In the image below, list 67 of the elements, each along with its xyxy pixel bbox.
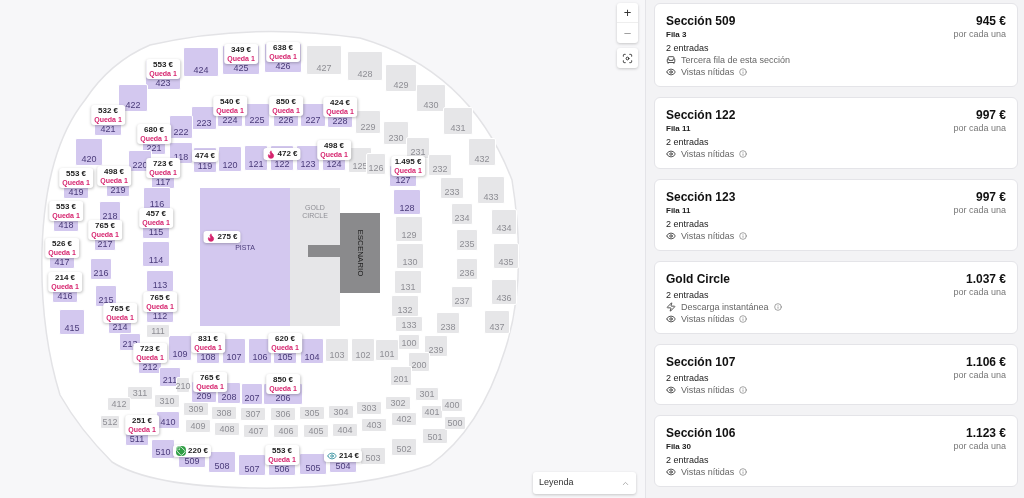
price-note: por cada una bbox=[953, 123, 1006, 134]
feature-text: Descarga instantánea bbox=[681, 301, 769, 313]
ticket-count: 2 entradas bbox=[666, 137, 710, 148]
price-label: 553 € bbox=[153, 60, 173, 70]
listing-title: Sección 123 bbox=[666, 190, 737, 205]
price-label: 526 € bbox=[52, 239, 72, 249]
stage-label: ESCENARIO bbox=[356, 229, 364, 277]
price-label: 424 € bbox=[330, 98, 350, 108]
ticket-count: 2 entradas bbox=[666, 455, 710, 466]
listing-price: 997 € bbox=[975, 108, 1006, 123]
feature-text: Vistas nítidas bbox=[681, 384, 735, 396]
row-label: Fila 11 bbox=[666, 123, 692, 134]
listing-title: Sección 107 bbox=[666, 355, 737, 370]
price-label: 765 € bbox=[95, 221, 115, 231]
feature-text: Vistas nítidas bbox=[681, 148, 735, 160]
price-label: 620 € bbox=[275, 334, 295, 344]
price-label: 251 € bbox=[132, 416, 152, 426]
price-label: 553 € bbox=[56, 202, 76, 212]
price-label: 553 € bbox=[272, 446, 292, 456]
listing-price: 945 € bbox=[975, 14, 1006, 29]
price-label: 638 € bbox=[273, 43, 293, 53]
feature-text: Tercera fila de esta sección bbox=[681, 54, 791, 66]
listing-price: 1.037 € bbox=[965, 272, 1006, 287]
listing-title: Sección 122 bbox=[666, 108, 737, 123]
price-label: 220 € bbox=[188, 446, 208, 456]
ticket-count: 2 entradas bbox=[666, 373, 710, 384]
price-note: por cada una bbox=[953, 29, 1006, 40]
price-label: 680 € bbox=[144, 125, 164, 135]
listing-price: 997 € bbox=[975, 190, 1006, 205]
price-note: por cada una bbox=[953, 370, 1006, 381]
price-label: 275 € bbox=[217, 232, 238, 242]
feature-text: Vistas nítidas bbox=[681, 466, 735, 478]
ticket-count: 2 entradas bbox=[666, 219, 710, 230]
price-note: por cada una bbox=[953, 287, 1006, 298]
price-note: por cada una bbox=[953, 205, 1006, 216]
price-label: 765 € bbox=[150, 293, 170, 303]
row-label: Fila 11 bbox=[666, 205, 692, 216]
listing-title: Sección 509 bbox=[666, 14, 737, 29]
price-label: 553 € bbox=[66, 169, 86, 179]
ticket-count: 2 entradas bbox=[666, 290, 710, 301]
price-label: 349 € bbox=[231, 45, 251, 55]
price-label: 532 € bbox=[98, 106, 118, 116]
listing-title: Gold Circle bbox=[666, 272, 731, 287]
price-label: 765 € bbox=[110, 304, 130, 314]
listing-title: Sección 106 bbox=[666, 426, 737, 441]
price-label: 472 € bbox=[277, 149, 298, 159]
price-label: 540 € bbox=[220, 97, 240, 107]
price-label: 457 € bbox=[146, 209, 166, 219]
price-label: 850 € bbox=[276, 97, 296, 107]
price-label: 765 € bbox=[200, 373, 220, 383]
feature-text: Vistas nítidas bbox=[681, 66, 735, 78]
price-label: 498 € bbox=[324, 141, 344, 151]
row-label: Fila 30 bbox=[666, 441, 692, 452]
listing-price: 1.106 € bbox=[965, 355, 1006, 370]
price-label: 214 € bbox=[339, 451, 359, 461]
price-label: 498 € bbox=[104, 167, 124, 177]
price-note: por cada una bbox=[953, 441, 1006, 452]
row-label: Fila 3 bbox=[666, 29, 688, 40]
ticket-count: 2 entradas bbox=[666, 43, 710, 54]
feature-text: Vistas nítidas bbox=[681, 230, 735, 242]
listing-price: 1.123 € bbox=[965, 426, 1006, 441]
price-label: 850 € bbox=[273, 375, 293, 385]
price-label: 1.495 € bbox=[394, 157, 422, 167]
price-label: 831 € bbox=[198, 334, 218, 344]
price-label: 214 € bbox=[55, 273, 75, 283]
feature-text: Vistas nítidas bbox=[681, 313, 735, 325]
price-label: 723 € bbox=[140, 344, 160, 354]
